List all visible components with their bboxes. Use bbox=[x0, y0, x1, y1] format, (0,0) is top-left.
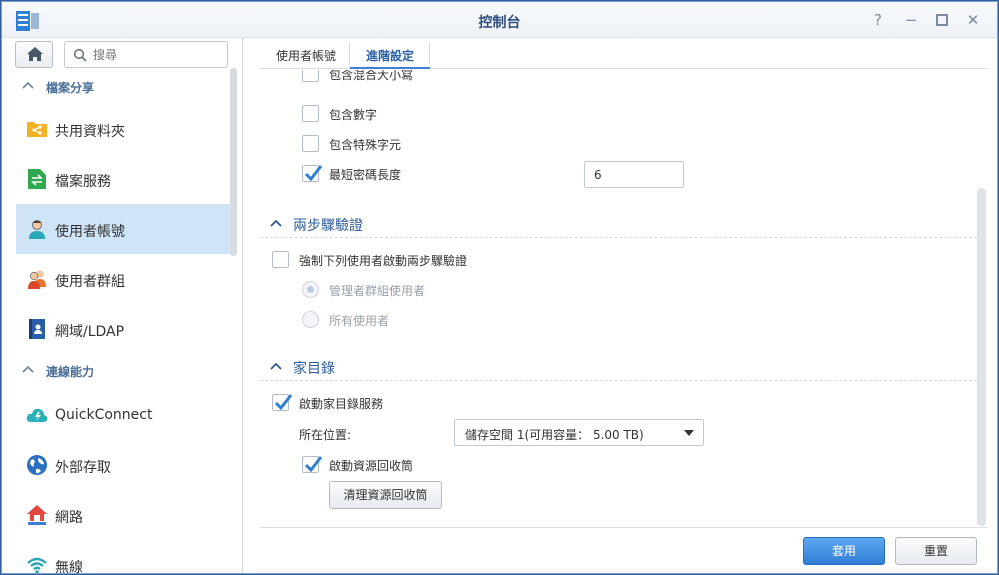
external-access-icon bbox=[27, 455, 47, 475]
special-chars-checkbox[interactable] bbox=[302, 135, 319, 152]
admin-group-option[interactable]: 管理者群組使用者 bbox=[302, 280, 702, 300]
sidebar-item-label: 無線 bbox=[55, 560, 83, 574]
numbers-row[interactable]: 包含數字 bbox=[302, 104, 702, 124]
sidebar-item-network[interactable]: 網路 bbox=[16, 490, 230, 540]
chevron-up-icon bbox=[270, 362, 282, 370]
tab-advanced-settings[interactable]: 進階設定 bbox=[350, 38, 431, 69]
search-box[interactable] bbox=[64, 41, 228, 68]
location-value: 儲存空間 1(可用容量： 5.00 TB) bbox=[465, 428, 644, 442]
mixed-case-label: 包含混合大小寫 bbox=[329, 70, 414, 82]
sidebar-scrollbar[interactable] bbox=[230, 68, 237, 256]
home-section-header[interactable]: 家目錄 bbox=[260, 351, 987, 381]
checkmark-icon bbox=[274, 394, 293, 411]
special-chars-row[interactable]: 包含特殊字元 bbox=[302, 134, 702, 154]
section-header-connectivity[interactable]: 連線能力 bbox=[2, 358, 230, 384]
recycle-checkbox[interactable] bbox=[302, 456, 323, 473]
sidebar-item-label: 使用者帳號 bbox=[55, 224, 125, 240]
main-panel: 使用者帳號 進階設定 包含混合大小寫 包含數字 包含特殊字元 最短密碼長度 6 … bbox=[244, 38, 997, 573]
help-icon[interactable]: ? bbox=[868, 10, 888, 30]
checkmark-icon bbox=[304, 165, 323, 182]
two-step-title: 兩步驟驗證 bbox=[293, 218, 363, 234]
maximize-icon[interactable] bbox=[932, 10, 952, 30]
file-services-icon bbox=[28, 169, 46, 189]
advanced-settings-content: 包含混合大小寫 包含數字 包含特殊字元 最短密碼長度 6 兩步驟驗證 強制下列使… bbox=[260, 70, 987, 525]
sidebar-item-file-services[interactable]: 檔案服務 bbox=[16, 154, 230, 204]
domain-ldap-icon bbox=[29, 319, 45, 339]
radio-dot bbox=[307, 286, 314, 293]
section-header-file-sharing[interactable]: 檔案分享 bbox=[2, 74, 230, 100]
title-bar[interactable]: 控制台 ? − ✕ bbox=[2, 2, 997, 38]
numbers-checkbox[interactable] bbox=[302, 105, 319, 122]
enable-home-label: 啟動家目錄服務 bbox=[299, 397, 384, 411]
footer-bar: 套用 重置 bbox=[260, 527, 987, 573]
home-title: 家目錄 bbox=[293, 361, 335, 377]
apply-button[interactable]: 套用 bbox=[803, 537, 885, 565]
empty-recycle-button[interactable]: 清理資源回收筒 bbox=[329, 481, 442, 509]
group-icon bbox=[28, 270, 46, 289]
sidebar: 檔案分享 共用資料夾 檔案服務 使用者帳號 bbox=[2, 38, 243, 574]
sidebar-item-shared-folder[interactable]: 共用資料夾 bbox=[16, 104, 230, 154]
enable-home-row[interactable]: 啟動家目錄服務 bbox=[272, 393, 672, 413]
reset-button[interactable]: 重置 bbox=[895, 537, 977, 565]
section-label: 檔案分享 bbox=[46, 81, 95, 95]
close-icon[interactable]: ✕ bbox=[963, 10, 983, 30]
sidebar-item-user-groups[interactable]: 使用者群組 bbox=[16, 254, 230, 304]
sidebar-item-label: 網域/LDAP bbox=[55, 324, 125, 340]
sidebar-item-external-access[interactable]: 外部存取 bbox=[16, 440, 230, 490]
mixed-case-checkbox[interactable] bbox=[302, 70, 319, 82]
admin-group-radio[interactable] bbox=[302, 281, 319, 298]
all-users-label: 所有使用者 bbox=[329, 314, 390, 328]
dropdown-caret-icon bbox=[684, 430, 694, 436]
sidebar-item-label: 使用者群組 bbox=[55, 274, 125, 290]
control-panel-window: 控制台 ? − ✕ 檔案分享 bbox=[1, 1, 998, 574]
sidebar-item-domain-ldap[interactable]: 網域/LDAP bbox=[16, 304, 230, 354]
wireless-icon bbox=[27, 557, 47, 573]
location-select[interactable]: 儲存空間 1(可用容量： 5.00 TB) bbox=[454, 419, 704, 446]
numbers-label: 包含數字 bbox=[329, 108, 378, 122]
network-icon bbox=[27, 505, 47, 525]
tab-divider bbox=[429, 42, 430, 64]
search-icon bbox=[73, 48, 87, 62]
sidebar-item-label: QuickConnect bbox=[55, 407, 153, 423]
section-label: 連線能力 bbox=[46, 365, 95, 379]
sidebar-item-label: 檔案服務 bbox=[55, 174, 111, 190]
all-users-option[interactable]: 所有使用者 bbox=[302, 310, 702, 330]
sidebar-item-label: 外部存取 bbox=[55, 460, 111, 476]
tab-bar: 使用者帳號 進階設定 bbox=[260, 38, 987, 69]
sidebar-item-user-accounts[interactable]: 使用者帳號 bbox=[16, 204, 230, 254]
sidebar-item-wireless[interactable]: 無線 bbox=[16, 540, 230, 574]
special-chars-label: 包含特殊字元 bbox=[329, 138, 402, 152]
user-icon bbox=[29, 220, 45, 239]
shared-folder-icon bbox=[27, 122, 47, 137]
enforce-two-step-label: 強制下列使用者啟動兩步驟驗證 bbox=[299, 254, 468, 268]
chevron-up-icon bbox=[22, 365, 34, 373]
chevron-up-icon bbox=[22, 81, 34, 89]
two-step-section-header[interactable]: 兩步驟驗證 bbox=[260, 208, 987, 238]
sidebar-item-label: 網路 bbox=[55, 510, 83, 526]
checkmark-icon bbox=[304, 456, 323, 473]
enforce-two-step-checkbox[interactable] bbox=[272, 251, 289, 268]
min-length-label: 最短密碼長度 bbox=[329, 168, 402, 182]
mixed-case-row[interactable]: 包含混合大小寫 bbox=[302, 70, 702, 84]
quickconnect-icon bbox=[26, 408, 48, 422]
home-button[interactable] bbox=[15, 41, 53, 68]
enforce-two-step-row[interactable]: 強制下列使用者啟動兩步驟驗證 bbox=[272, 250, 772, 270]
admin-group-label: 管理者群組使用者 bbox=[329, 284, 426, 298]
enable-home-checkbox[interactable] bbox=[272, 394, 293, 411]
minimize-icon[interactable]: − bbox=[901, 10, 921, 30]
recycle-label: 啟動資源回收筒 bbox=[329, 459, 414, 473]
home-icon bbox=[27, 47, 43, 61]
min-length-checkbox[interactable] bbox=[302, 165, 323, 182]
recycle-row[interactable]: 啟動資源回收筒 bbox=[302, 455, 702, 475]
search-input[interactable] bbox=[93, 46, 221, 64]
sidebar-item-quickconnect[interactable]: QuickConnect bbox=[16, 390, 230, 440]
all-users-radio[interactable] bbox=[302, 311, 319, 328]
min-length-input[interactable]: 6 bbox=[584, 161, 684, 188]
window-title: 控制台 bbox=[478, 15, 521, 31]
location-label: 所在位置: bbox=[299, 428, 352, 442]
tab-user-accounts[interactable]: 使用者帳號 bbox=[260, 38, 352, 69]
sidebar-item-label: 共用資料夾 bbox=[55, 124, 125, 140]
content-scrollbar[interactable] bbox=[977, 188, 986, 526]
chevron-up-icon bbox=[270, 219, 282, 227]
